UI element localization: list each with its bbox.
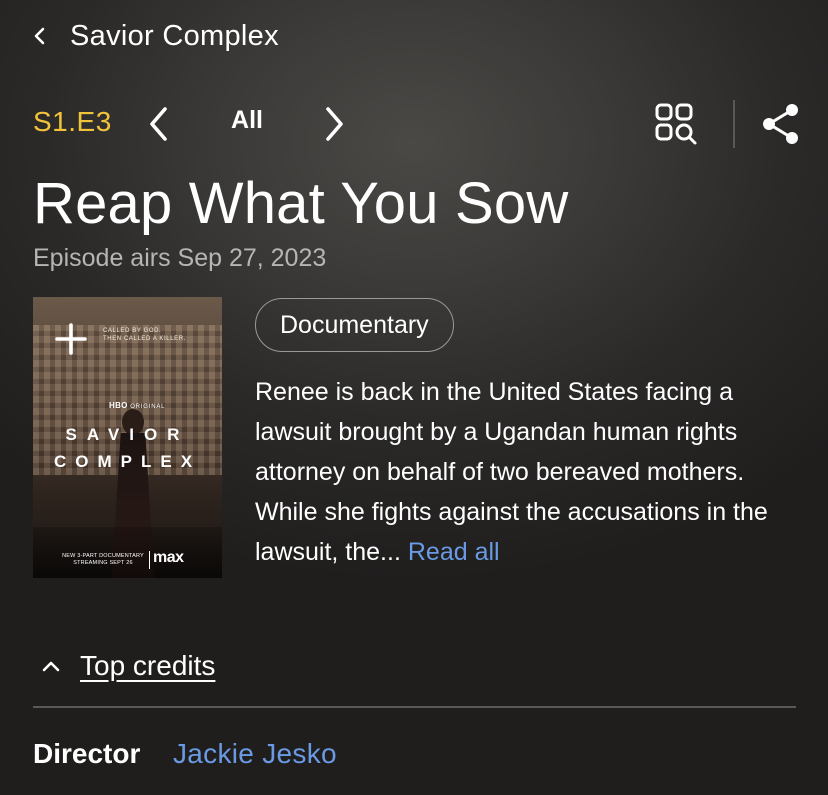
poster-title-line-1: SAVIOR [65, 425, 190, 444]
chevron-up-icon [42, 661, 60, 672]
next-episode-button[interactable] [316, 102, 352, 146]
toolbar-divider [733, 100, 735, 148]
director-label: Director [33, 738, 141, 769]
chevron-left-icon [150, 107, 167, 141]
poster-brand-logo: max [153, 549, 184, 566]
top-credits-label: Top credits [80, 650, 216, 681]
air-date: Episode airs Sep 27, 2023 [33, 244, 327, 272]
add-to-watchlist-button[interactable] [53, 321, 89, 357]
poster-footer: NEW 3-PART DOCUMENTARY STREAMING SEPT 26 [62, 553, 144, 566]
poster-tagline: CALLED BY GOD. THEN CALLED A KILLER. [103, 328, 186, 342]
poster[interactable]: CALLED BY GOD. THEN CALLED A KILLER. HBO… [33, 297, 222, 578]
episode-title: Reap What You Sow [33, 171, 569, 236]
episode-grid-search-icon [655, 103, 697, 145]
episode-nav-row: S1.E3 All [0, 96, 828, 152]
director-name-link[interactable]: Jackie Jesko [173, 738, 337, 770]
episode-code: S1.E3 [33, 106, 112, 137]
chevron-right-icon [326, 107, 343, 141]
chevron-left-icon [34, 27, 45, 45]
share-icon [763, 104, 798, 144]
synopsis: Renee is back in the United States facin… [255, 372, 805, 572]
top-credits-toggle[interactable]: Top credits [40, 646, 215, 686]
poster-title-line-2: COMPLEX [53, 452, 202, 471]
credits-divider [33, 706, 796, 708]
plus-icon [55, 323, 87, 355]
series-title: Savior Complex [70, 19, 279, 52]
genre-chip[interactable]: Documentary [255, 298, 454, 352]
poster-divider [149, 551, 150, 569]
poster-network: HBO ORIGINAL [109, 401, 166, 410]
top-bar: Savior Complex [0, 0, 828, 70]
all-episodes-button[interactable]: All [212, 106, 282, 135]
back-button[interactable]: Savior Complex [30, 18, 330, 54]
episode-grid-button[interactable] [652, 100, 700, 148]
read-all-link[interactable]: Read all [408, 538, 500, 566]
share-button[interactable] [758, 100, 804, 148]
synopsis-text: Renee is back in the United States facin… [255, 378, 768, 566]
previous-episode-button[interactable] [141, 102, 177, 146]
